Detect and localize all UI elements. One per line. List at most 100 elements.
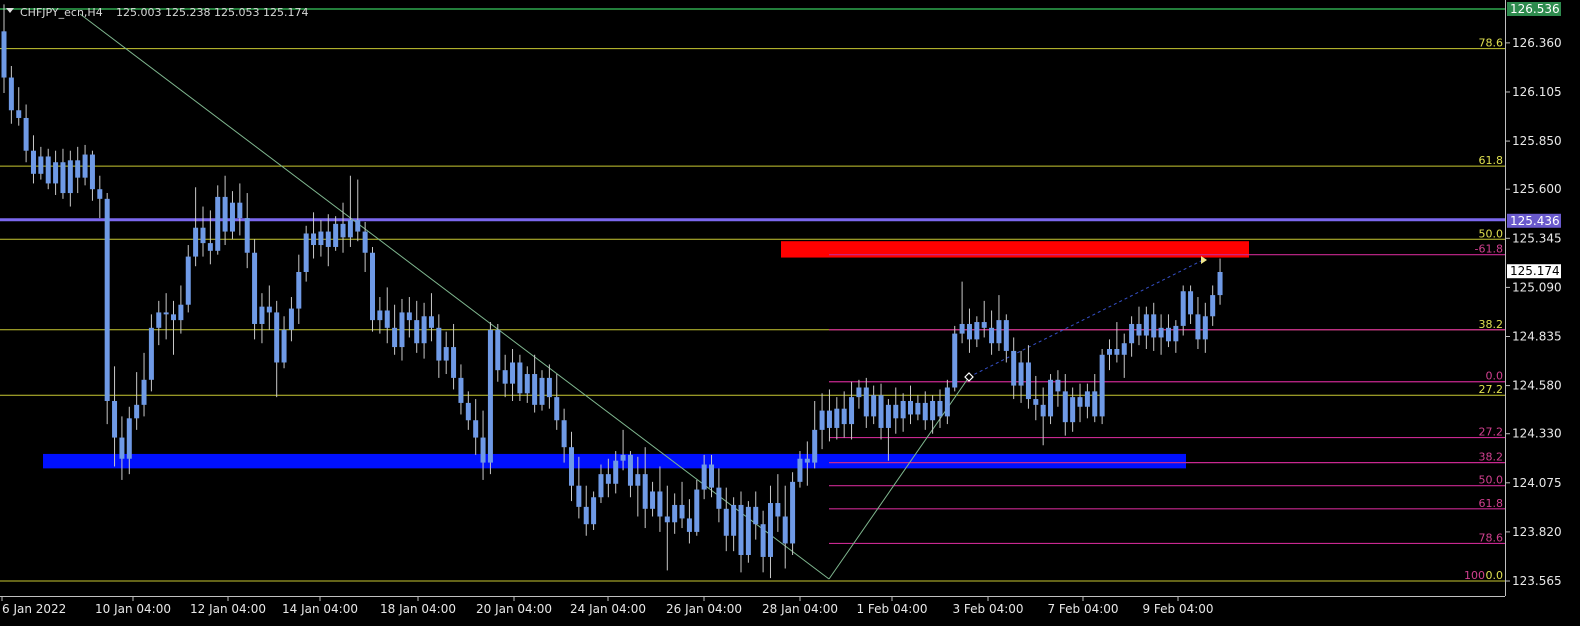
candle-body (443, 347, 449, 361)
candle-body (930, 400, 936, 421)
candle-body (679, 504, 685, 519)
fib-small-label-38.2: 38.2 (1479, 451, 1504, 464)
candle-body (738, 504, 744, 556)
candle-body (465, 402, 471, 421)
time-tick-label: 26 Jan 04:00 (666, 602, 742, 616)
candle-body (222, 196, 228, 232)
candle-body (347, 220, 353, 238)
candle-body (436, 327, 442, 361)
candle-body (591, 497, 597, 525)
candle-body (200, 227, 206, 244)
price-tick-label: 125.090 (1512, 280, 1562, 294)
candle-body (89, 154, 95, 190)
candle-body (229, 202, 235, 232)
price-tick-label: 124.580 (1512, 379, 1562, 393)
fib-label-50.0: 50.0 (1479, 227, 1504, 240)
candle-body (510, 362, 516, 384)
candle-body (1217, 271, 1223, 296)
candle-body (672, 504, 678, 523)
candle-body (1180, 291, 1186, 326)
candle-body (605, 474, 611, 484)
candle-body (163, 312, 169, 315)
candle-body (568, 447, 574, 486)
price-tick-label: 125.600 (1512, 182, 1562, 196)
price-tag-label: 125.174 (1510, 264, 1560, 278)
fib-small-label-0.0: 0.0 (1486, 370, 1504, 383)
candle-body (104, 198, 110, 401)
candle-body (244, 218, 250, 253)
price-tick-label: 124.075 (1512, 476, 1562, 490)
candle-body (701, 464, 707, 490)
candle-body (207, 243, 213, 251)
candle-body (650, 491, 656, 509)
candle-body (30, 150, 36, 174)
candle-body (126, 418, 132, 459)
candle-body (922, 402, 928, 421)
candle-body (1136, 323, 1142, 336)
candle-body (97, 189, 103, 199)
price-tick-label: 123.565 (1512, 574, 1562, 588)
candle-body (171, 314, 177, 321)
candle-body (819, 410, 825, 430)
candle-body (156, 312, 162, 328)
candle-body (908, 400, 914, 415)
candle-body (355, 220, 361, 232)
candle-body (915, 402, 921, 415)
candle-body (119, 437, 125, 459)
time-tick-label: 28 Jan 04:00 (762, 602, 838, 616)
candle-body (45, 156, 51, 184)
candle-body (804, 458, 810, 463)
candle-body (583, 506, 589, 525)
candle-body (1025, 362, 1031, 400)
candle-body (38, 156, 44, 174)
candle-body (627, 454, 633, 486)
candle-body (23, 117, 29, 151)
candle-body (517, 362, 523, 394)
candle-body (1202, 316, 1208, 340)
candle-body (893, 404, 899, 419)
candle-body (237, 202, 243, 219)
candle-body (392, 327, 398, 348)
candle-body (716, 487, 722, 509)
candle-body (952, 333, 958, 388)
candle-body (561, 420, 567, 448)
candle-body (480, 437, 486, 463)
candle-body (333, 223, 339, 247)
fib-label-0.0: 0.0 (1486, 569, 1504, 582)
candle-body (487, 329, 493, 463)
candle-body (112, 400, 118, 438)
candle-body (288, 308, 294, 330)
candle-body (325, 231, 331, 247)
price-tick-label: 123.820 (1512, 525, 1562, 539)
candle-body (539, 377, 545, 405)
candle-body (1003, 320, 1009, 351)
candle-body (414, 320, 420, 344)
candle-body (731, 504, 737, 536)
candle-body (1107, 349, 1112, 355)
symbol-label: CHFJPY_ecn,H4 (20, 6, 103, 19)
candle-body (812, 429, 818, 463)
price-chart[interactable]: 78.661.850.038.227.20.0100-61.80.027.238… (0, 0, 1580, 626)
candle-body (281, 329, 287, 363)
candle-body (966, 323, 972, 340)
candle-body (1151, 314, 1157, 338)
chart-header: CHFJPY_ecn,H4 125.003 125.238 125.053 12… (6, 6, 308, 19)
candle-body (495, 329, 501, 371)
candle-body (1121, 343, 1127, 355)
fib-label-78.6: 78.6 (1479, 37, 1504, 50)
candle-body (532, 374, 538, 405)
candle-body (797, 458, 803, 482)
candle-body (753, 506, 759, 525)
candle-body (1173, 325, 1179, 342)
candle-body (274, 312, 280, 363)
fib-small-label-61.8: 61.8 (1479, 497, 1504, 510)
candle-body (303, 233, 309, 272)
candle-body (775, 503, 781, 517)
candle-body (709, 464, 715, 488)
fib-label-61.8: 61.8 (1479, 154, 1504, 167)
candle-body (723, 508, 729, 536)
candle-body (981, 322, 987, 328)
candle-body (1210, 295, 1216, 317)
time-tick-label: 14 Jan 04:00 (282, 602, 358, 616)
candle-body (1048, 379, 1054, 417)
